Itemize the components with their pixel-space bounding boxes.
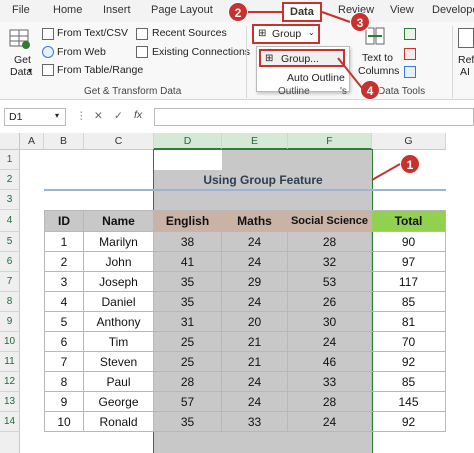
arrow-1 (371, 163, 401, 181)
arrow-4 (337, 57, 363, 89)
arrow-3 (321, 11, 351, 23)
callout-arrows (248, 11, 401, 181)
